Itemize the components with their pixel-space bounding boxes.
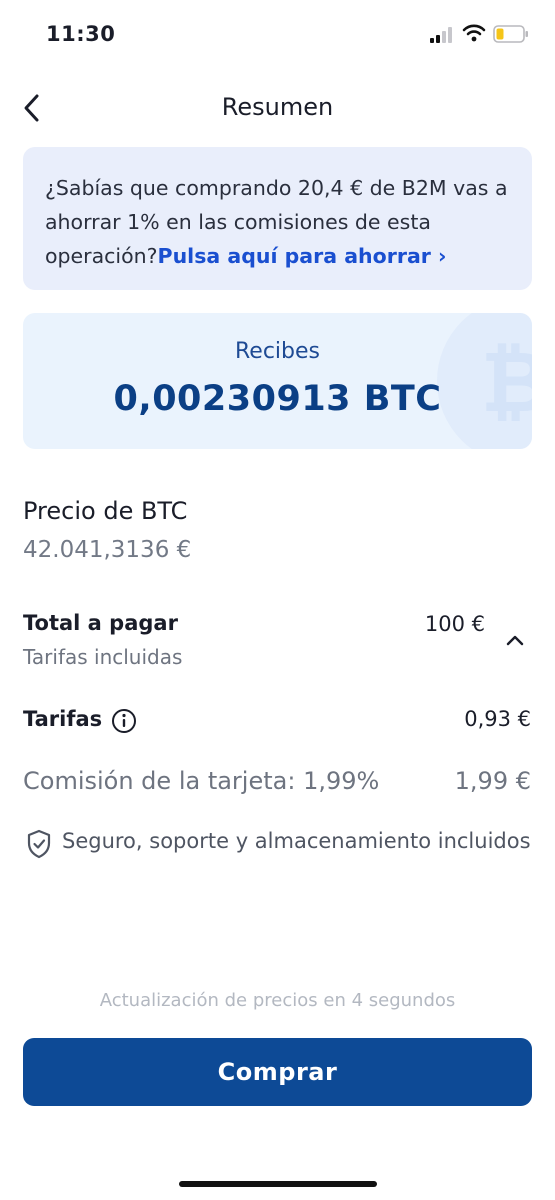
status-time: 11:30 bbox=[46, 22, 116, 46]
home-indicator bbox=[179, 1181, 377, 1187]
shield-check-icon bbox=[27, 829, 51, 859]
receive-amount: 0,00230913 BTC bbox=[113, 379, 442, 419]
receive-label: Recibes bbox=[234, 339, 320, 364]
chevron-up-icon[interactable] bbox=[505, 632, 525, 648]
price-value: 42.041,3136 € bbox=[23, 537, 192, 563]
battery-icon bbox=[493, 25, 528, 43]
receive-card: ₿ Recibes 0,00230913 BTC bbox=[23, 313, 532, 449]
promo-link[interactable]: Pulsa aquí para ahorrar › bbox=[158, 244, 447, 268]
price-update-notice: Actualización de precios en 4 segundos bbox=[99, 990, 456, 1011]
total-label: Total a pagar bbox=[23, 611, 178, 635]
total-sublabel: Tarifas incluidas bbox=[23, 645, 183, 669]
fees-value: 0,93 € bbox=[464, 707, 531, 731]
total-value: 100 € bbox=[424, 612, 485, 636]
fees-label: Tarifas bbox=[23, 707, 103, 731]
buy-button[interactable]: Comprar bbox=[23, 1038, 532, 1106]
info-icon[interactable] bbox=[111, 708, 137, 734]
signal-icon bbox=[430, 27, 452, 43]
page-title: Resumen bbox=[221, 93, 334, 121]
card-fee-label: Comisión de la tarjeta: 1,99% bbox=[23, 767, 380, 795]
card-fee-value: 1,99 € bbox=[454, 767, 531, 795]
wifi-icon bbox=[462, 24, 486, 42]
promo-banner: ¿Sabías que comprando 20,4 € de B2M vas … bbox=[23, 147, 532, 290]
price-label: Precio de BTC bbox=[23, 497, 188, 525]
security-note: Seguro, soporte y almacenamiento incluid… bbox=[62, 829, 531, 853]
